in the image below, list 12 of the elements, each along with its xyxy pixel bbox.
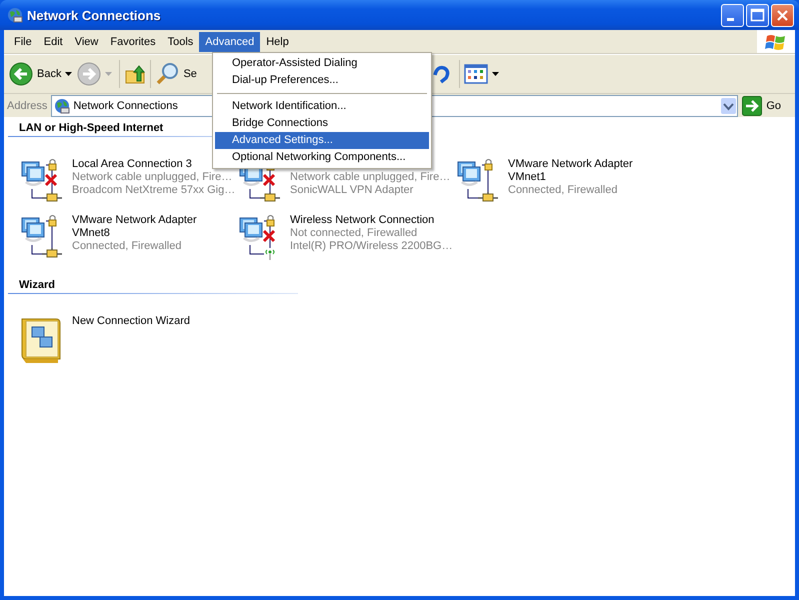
device-name: Broadcom NetXtreme 57xx Gig… <box>72 184 232 197</box>
group-heading: LAN or High-Speed Internet <box>18 121 164 136</box>
window-title: Network Connections <box>27 8 161 22</box>
connection-status: Network cable unplugged, Fire… <box>72 171 232 184</box>
connection-status: Connected, Firewalled <box>72 240 182 253</box>
connection-status: Not connected, Firewalled <box>290 227 418 240</box>
device-name: SonicWALL VPN Adapter <box>290 184 414 197</box>
connection-status: Connected, Firewalled <box>508 184 618 197</box>
connection-status: Network cable unplugged, Fire… <box>290 171 450 184</box>
group-heading: Wizard <box>18 278 55 293</box>
address-label: Address <box>7 100 48 112</box>
device-name: Intel(R) PRO/Wireless 2200BG… <box>290 240 450 253</box>
